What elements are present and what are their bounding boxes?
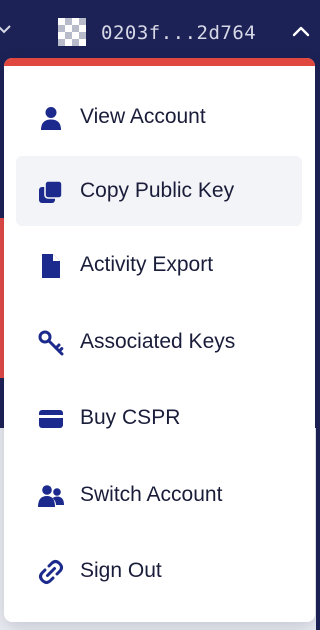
menu-item-label: Associated Keys <box>80 330 236 353</box>
users-icon <box>38 483 64 509</box>
chevron-down-icon[interactable] <box>0 22 14 36</box>
menu-item-associated-keys[interactable]: Associated Keys <box>16 307 302 377</box>
menu-item-label: View Account <box>80 105 206 128</box>
user-icon <box>38 105 64 131</box>
menu-item-label: Copy Public Key <box>80 179 235 202</box>
copy-icon <box>38 179 64 205</box>
menu-accent-bar <box>4 58 315 66</box>
menu-item-sign-out[interactable]: Sign Out <box>16 536 302 606</box>
credit-card-icon <box>38 406 64 432</box>
unlink-icon <box>38 559 64 585</box>
menu-item-view-account[interactable]: View Account <box>16 82 302 152</box>
menu-item-switch-account[interactable]: Switch Account <box>16 460 302 530</box>
chevron-up-icon[interactable] <box>292 24 310 38</box>
menu-item-label: Buy CSPR <box>80 406 181 429</box>
menu-item-copy-public-key[interactable]: Copy Public Key <box>16 156 302 226</box>
menu-item-buy-cspr[interactable]: Buy CSPR <box>16 383 302 453</box>
menu-item-activity-export[interactable]: Activity Export <box>16 230 302 300</box>
file-icon <box>38 253 64 279</box>
menu-item-label: Switch Account <box>80 483 223 506</box>
top-bar: 0203f...2d764 <box>0 0 316 64</box>
key-icon <box>38 330 64 356</box>
menu-item-label: Sign Out <box>80 559 162 582</box>
menu-item-label: Activity Export <box>80 253 214 276</box>
account-hash[interactable]: 0203f...2d764 <box>101 18 256 48</box>
account-avatar[interactable] <box>58 18 86 46</box>
account-dropdown-menu: View Account Copy Public Key Activity Ex… <box>4 58 315 622</box>
